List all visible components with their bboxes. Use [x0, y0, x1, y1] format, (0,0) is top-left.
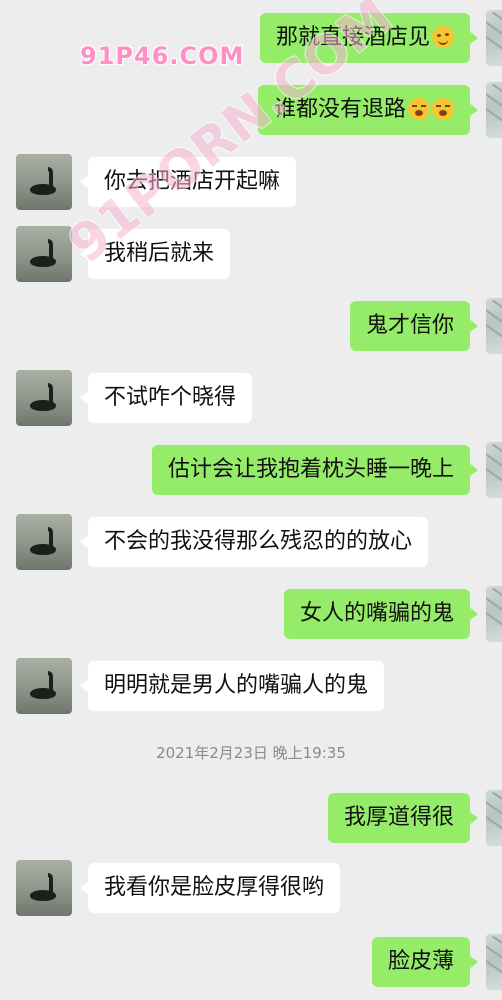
incoming-message: 我看你是脸皮厚得很哟: [0, 860, 502, 922]
message-bubble[interactable]: 明明就是男人的嘴骗人的鬼: [79, 661, 385, 711]
incoming-message: 明明就是男人的嘴骗人的鬼: [0, 658, 502, 720]
incoming-message: 不会的我没得那么残忍的的放心: [0, 514, 502, 576]
contact-avatar[interactable]: [16, 370, 72, 426]
my-avatar[interactable]: [486, 10, 502, 66]
watermark-logo: 91P46.COM: [80, 42, 245, 70]
my-avatar[interactable]: [486, 790, 502, 846]
message-text: 鬼才信你: [365, 313, 454, 338]
message-bubble[interactable]: 我厚道得很: [327, 793, 479, 843]
message-text: 脸皮薄: [387, 949, 454, 974]
outgoing-message: 我厚道得很: [0, 790, 502, 852]
message-text: 不试咋个晓得: [104, 385, 237, 410]
yawn-emoji-icon: [408, 98, 430, 120]
message-timestamp: 2021年2月23日 晚上19:35: [156, 744, 346, 762]
my-avatar[interactable]: [486, 586, 502, 642]
contact-avatar[interactable]: [16, 860, 72, 916]
my-avatar[interactable]: [486, 82, 502, 138]
outgoing-message: 脸皮薄: [0, 934, 502, 996]
message-text: 估计会让我抱着枕头睡一晚上: [167, 457, 454, 482]
contact-avatar[interactable]: [16, 514, 72, 570]
message-text: 我厚道得很: [343, 805, 454, 830]
incoming-message: 不试咋个晓得: [0, 370, 502, 432]
my-avatar[interactable]: [486, 934, 502, 990]
message-bubble[interactable]: 不试咋个晓得: [79, 373, 253, 423]
outgoing-message: 估计会让我抱着枕头睡一晚上: [0, 442, 502, 504]
outgoing-message: 那就直接酒店见: [0, 10, 502, 72]
yawn-emoji-icon: [432, 98, 454, 120]
contact-avatar[interactable]: [16, 658, 72, 714]
outgoing-message: 鬼才信你: [0, 298, 502, 360]
contact-avatar[interactable]: [16, 154, 72, 210]
message-bubble[interactable]: 脸皮薄: [371, 937, 479, 987]
message-text: 女人的嘴骗的鬼: [299, 601, 454, 626]
message-bubble[interactable]: 不会的我没得那么残忍的的放心: [79, 517, 429, 567]
outgoing-message: 女人的嘴骗的鬼: [0, 586, 502, 648]
message-bubble[interactable]: 估计会让我抱着枕头睡一晚上: [151, 445, 479, 495]
message-bubble[interactable]: 我看你是脸皮厚得很哟: [79, 863, 341, 913]
incoming-message: 你去把酒店开起嘛: [0, 154, 502, 216]
message-text: 不会的我没得那么残忍的的放心: [104, 529, 413, 554]
my-avatar[interactable]: [486, 442, 502, 498]
wink-emoji-icon: [432, 26, 454, 48]
message-text: 我看你是脸皮厚得很哟: [104, 875, 325, 900]
my-avatar[interactable]: [486, 298, 502, 354]
message-bubble[interactable]: 鬼才信你: [349, 301, 479, 351]
message-bubble[interactable]: 女人的嘴骗的鬼: [283, 589, 479, 639]
message-text: 明明就是男人的嘴骗人的鬼: [104, 673, 369, 698]
